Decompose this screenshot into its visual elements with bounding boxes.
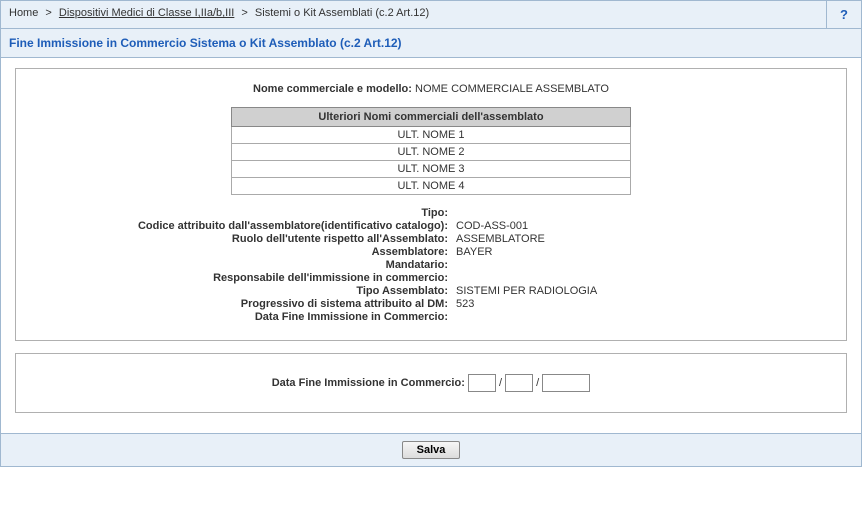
ass-value: BAYER xyxy=(452,246,830,258)
page-title: Fine Immissione in Commercio Sistema o K… xyxy=(1,29,861,58)
fields-block: Tipo: Codice attribuito dall'assemblator… xyxy=(32,207,830,323)
date-sep: / xyxy=(499,377,502,389)
datafine-value xyxy=(452,311,830,323)
resp-label: Responsabile dell'immissione in commerci… xyxy=(32,272,452,284)
mand-label: Mandatario: xyxy=(32,259,452,271)
table-row: ULT. NOME 1 xyxy=(232,127,631,144)
date-year-input[interactable] xyxy=(542,374,590,392)
breadcrumb: Home > Dispositivi Medici di Classe I,II… xyxy=(1,1,827,28)
ulteriori-nomi-table: Ulteriori Nomi commerciali dell'assembla… xyxy=(231,107,631,195)
date-panel: Data Fine Immissione in Commercio: / / xyxy=(15,353,847,413)
prog-value: 523 xyxy=(452,298,830,310)
date-month-input[interactable] xyxy=(505,374,533,392)
datafine-label: Data Fine Immissione in Commercio: xyxy=(32,311,452,323)
breadcrumb-sep: > xyxy=(237,7,251,19)
nome-label: Nome commerciale e modello: xyxy=(253,83,412,95)
tipo-label: Tipo: xyxy=(32,207,452,219)
top-bar: Home > Dispositivi Medici di Classe I,II… xyxy=(1,1,861,29)
ult-name-cell: ULT. NOME 2 xyxy=(232,144,631,161)
prog-label: Progressivo di sistema attribuito al DM: xyxy=(32,298,452,310)
cod-value: COD-ASS-001 xyxy=(452,220,830,232)
table-row: ULT. NOME 3 xyxy=(232,161,631,178)
date-day-input[interactable] xyxy=(468,374,496,392)
breadcrumb-home: Home xyxy=(9,7,38,19)
date-sep: / xyxy=(536,377,539,389)
cod-label: Codice attribuito dall'assemblatore(iden… xyxy=(32,220,452,232)
ult-name-cell: ULT. NOME 4 xyxy=(232,178,631,195)
ass-label: Assemblatore: xyxy=(32,246,452,258)
save-button[interactable]: Salva xyxy=(402,441,461,459)
date-label: Data Fine Immissione in Commercio: xyxy=(272,377,465,389)
tipoa-label: Tipo Assemblato: xyxy=(32,285,452,297)
table-row: ULT. NOME 2 xyxy=(232,144,631,161)
ruolo-value: ASSEMBLATORE xyxy=(452,233,830,245)
footer: Salva xyxy=(1,433,861,466)
ult-header: Ulteriori Nomi commerciali dell'assembla… xyxy=(232,108,631,127)
ult-name-cell: ULT. NOME 3 xyxy=(232,161,631,178)
breadcrumb-link[interactable]: Dispositivi Medici di Classe I,IIa/b,III xyxy=(59,7,234,19)
window: Home > Dispositivi Medici di Classe I,II… xyxy=(0,0,862,467)
table-row: ULT. NOME 4 xyxy=(232,178,631,195)
nome-value: NOME COMMERCIALE ASSEMBLATO xyxy=(415,83,609,95)
ult-name-cell: ULT. NOME 1 xyxy=(232,127,631,144)
breadcrumb-sep: > xyxy=(41,7,55,19)
mand-value xyxy=(452,259,830,271)
body: Nome commerciale e modello: NOME COMMERC… xyxy=(1,58,861,433)
tipo-value xyxy=(452,207,830,219)
help-button[interactable]: ? xyxy=(827,1,861,28)
info-panel: Nome commerciale e modello: NOME COMMERC… xyxy=(15,68,847,341)
ruolo-label: Ruolo dell'utente rispetto all'Assemblat… xyxy=(32,233,452,245)
tipoa-value: SISTEMI PER RADIOLOGIA xyxy=(452,285,830,297)
breadcrumb-current: Sistemi o Kit Assemblati (c.2 Art.12) xyxy=(255,7,429,19)
resp-value xyxy=(452,272,830,284)
